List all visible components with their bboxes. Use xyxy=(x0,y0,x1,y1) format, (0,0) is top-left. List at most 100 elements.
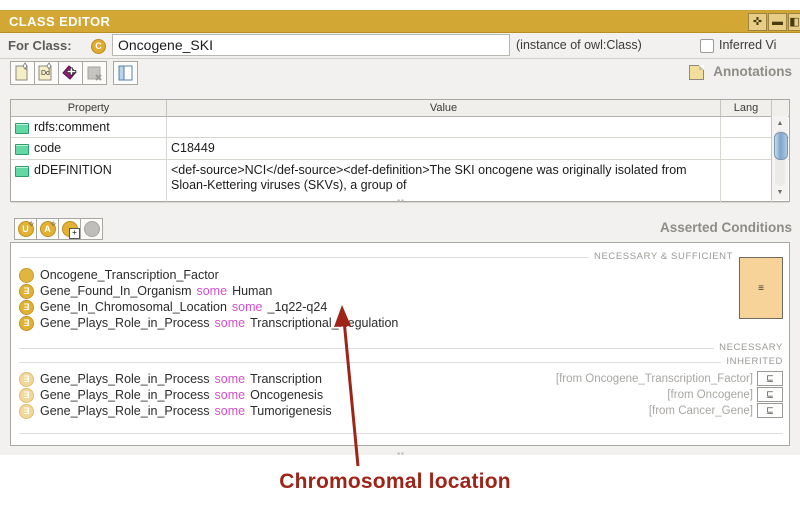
inferred-view-checkbox[interactable] xyxy=(700,39,714,53)
splitter-handle-top[interactable]: ▪▪ xyxy=(395,197,407,205)
annotation-value-cell[interactable]: <def-source>NCI</def-source><def-definit… xyxy=(167,160,721,202)
section-header-inherited: INHERITED xyxy=(721,356,783,367)
sparkle-icon: ✧ xyxy=(49,219,57,229)
plus-icon: + xyxy=(69,228,80,239)
column-header-value: Value xyxy=(167,100,721,116)
create-necessary-condition-button[interactable]: A ✧ xyxy=(36,218,59,240)
annotations-panel-label: Annotations xyxy=(713,64,792,79)
condition-keyword: some xyxy=(214,404,246,418)
inherited-from-label: [from Oncogene_Transcription_Factor] xyxy=(555,373,753,385)
annotations-toolbar: Dd Annotations xyxy=(0,59,800,87)
condition-keyword: some xyxy=(196,284,228,298)
column-header-property: Property xyxy=(11,100,167,116)
condition-property: Gene_Plays_Role_in_Process xyxy=(40,388,210,402)
conditions-toolbar: U ✧ A ✧ + Asserted Conditions xyxy=(0,216,800,242)
float-icon[interactable]: ◧ xyxy=(788,13,800,31)
condition-row[interactable]: Oncogene_Transcription_Factor xyxy=(19,267,219,283)
condition-filler: _1q22-q24 xyxy=(267,300,328,314)
annotation-value-cell[interactable]: C18449 xyxy=(167,138,721,159)
add-condition-button[interactable]: + xyxy=(58,218,81,240)
for-class-row: For Class: C Oncogene_SKI (instance of o… xyxy=(0,33,800,59)
instance-of-label: (instance of owl:Class) xyxy=(516,38,642,52)
condition-keyword: some xyxy=(214,372,246,386)
scroll-down-icon[interactable]: ▼ xyxy=(774,187,786,198)
scroll-up-icon[interactable]: ▲ xyxy=(774,118,786,129)
property-icon xyxy=(15,123,29,134)
scrollbar-thumb[interactable] xyxy=(774,132,788,160)
table-row[interactable]: code C18449 xyxy=(11,138,789,160)
condition-filler: Transcription xyxy=(250,372,322,386)
window-controls: ✜ ▬ ◧ xyxy=(748,13,800,31)
annotation-lang-cell[interactable] xyxy=(721,138,772,159)
minimize-icon[interactable]: ▬ xyxy=(768,13,787,31)
condition-row[interactable]: Ǝ Gene_Plays_Role_in_Process some Tumori… xyxy=(19,403,332,419)
annotation-property-name: code xyxy=(34,141,62,155)
create-necessary-sufficient-condition-button[interactable]: U ✧ xyxy=(14,218,37,240)
existential-restriction-icon: Ǝ xyxy=(19,371,34,387)
condition-keyword: some xyxy=(231,300,263,314)
class-circle-icon xyxy=(19,267,34,283)
svg-text:Dd: Dd xyxy=(41,70,50,77)
annotation-property-name: rdfs:comment xyxy=(34,120,110,134)
section-header-necessary-sufficient: NECESSARY & SUFFICIENT xyxy=(588,251,733,262)
panel-title: CLASS EDITOR xyxy=(9,14,111,29)
condition-filler: Oncogenesis xyxy=(250,388,324,402)
section-rule xyxy=(19,257,669,258)
condition-property: Gene_In_Chromosomal_Location xyxy=(40,300,227,314)
property-icon xyxy=(15,166,29,177)
condition-property: Gene_Plays_Role_in_Process xyxy=(40,404,210,418)
remove-condition-button[interactable] xyxy=(80,218,103,240)
condition-row[interactable]: Ǝ Gene_In_Chromosomal_Location some _1q2… xyxy=(19,299,327,315)
section-rule xyxy=(19,362,723,363)
panel-title-bar: CLASS EDITOR ✜ ▬ ◧ xyxy=(0,11,800,33)
splitter-handle-bottom[interactable]: ▪▪ xyxy=(395,450,407,458)
condition-row[interactable]: Ǝ Gene_Plays_Role_in_Process some Transc… xyxy=(19,315,398,331)
condition-keyword: some xyxy=(214,316,246,330)
condition-row[interactable]: Ǝ Gene_Found_In_Organism some Human xyxy=(19,283,272,299)
for-class-label: For Class: xyxy=(8,38,72,53)
asserted-conditions-widget: NECESSARY & SUFFICIENT Oncogene_Transcri… xyxy=(10,242,790,446)
create-datatype-annotation-button[interactable]: Dd xyxy=(34,61,59,85)
condition-filler: Human xyxy=(232,284,273,298)
table-row[interactable]: rdfs:comment xyxy=(11,117,789,138)
annotation-property-cell: code xyxy=(11,138,167,159)
condition-group-widget[interactable]: ≡ xyxy=(739,257,783,319)
column-header-lang: Lang xyxy=(721,100,772,116)
maximize-icon[interactable]: ✜ xyxy=(748,13,767,31)
condition-expression: Oncogene_Transcription_Factor xyxy=(40,268,219,282)
hamburger-icon: ≡ xyxy=(758,282,764,294)
column-header-spacer xyxy=(772,100,789,116)
subclass-button[interactable]: ⊑ xyxy=(757,371,783,386)
subclass-button[interactable]: ⊑ xyxy=(757,403,783,418)
annotation-property-cell: rdfs:comment xyxy=(11,117,167,137)
annotation-property-cell: dDEFINITION xyxy=(11,160,167,202)
conditions-toolbar-buttons: U ✧ A ✧ + xyxy=(14,218,103,240)
toggle-annotation-view-button[interactable] xyxy=(113,61,138,85)
section-rule xyxy=(19,348,723,349)
condition-row[interactable]: Ǝ Gene_Plays_Role_in_Process some Transc… xyxy=(19,371,322,387)
annotations-table-header: Property Value Lang xyxy=(11,100,789,117)
section-header-necessary: NECESSARY xyxy=(714,342,783,353)
conditions-panel-label: Asserted Conditions xyxy=(659,220,792,235)
inherited-from-label: [from Cancer_Gene] xyxy=(648,405,753,417)
add-annotation-button[interactable] xyxy=(58,61,83,85)
condition-row[interactable]: Ǝ Gene_Plays_Role_in_Process some Oncoge… xyxy=(19,387,323,403)
class-name-input[interactable]: Oncogene_SKI xyxy=(112,34,510,56)
inherited-from-label: [from Oncogene] xyxy=(667,389,753,401)
annotation-caption: Chromosomal location xyxy=(279,470,511,493)
existential-restriction-icon: Ǝ xyxy=(19,299,34,315)
condition-property: Gene_Plays_Role_in_Process xyxy=(40,372,210,386)
annotation-value-cell[interactable] xyxy=(167,117,721,137)
subclass-button[interactable]: ⊑ xyxy=(757,387,783,402)
remove-annotation-button[interactable] xyxy=(82,61,107,85)
annotations-table-scrollbar[interactable]: ▲ ▼ xyxy=(771,116,788,200)
existential-restriction-icon: Ǝ xyxy=(19,403,34,419)
condition-property: Gene_Plays_Role_in_Process xyxy=(40,316,210,330)
create-annotation-button[interactable] xyxy=(10,61,35,85)
annotation-lang-cell[interactable] xyxy=(721,160,772,202)
class-editor-panel: CLASS EDITOR ✜ ▬ ◧ For Class: C Oncogene… xyxy=(0,10,800,458)
annotation-lang-cell[interactable] xyxy=(721,117,772,137)
existential-restriction-icon: Ǝ xyxy=(19,315,34,331)
class-badge-icon: C xyxy=(91,39,106,54)
annotations-toolbar-buttons: Dd xyxy=(10,61,138,85)
